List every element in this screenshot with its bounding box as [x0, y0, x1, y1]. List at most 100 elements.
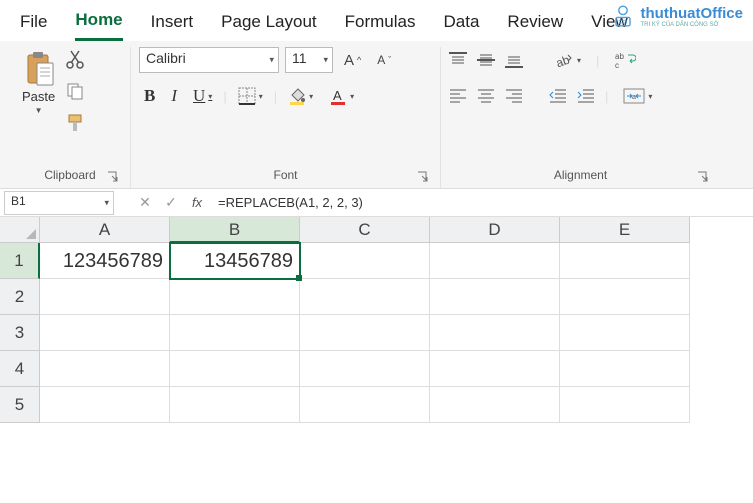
- cell-grid: A B C D E 1 123456789 13456789 2 3: [0, 217, 753, 423]
- clipboard-icon: [23, 51, 55, 87]
- decrease-font-button[interactable]: Aˇ: [372, 50, 396, 70]
- col-header-C[interactable]: C: [300, 217, 430, 243]
- cell-E4[interactable]: [560, 351, 690, 387]
- cell-A1[interactable]: 123456789: [40, 243, 170, 279]
- select-all-corner[interactable]: [0, 217, 40, 243]
- cell-C2[interactable]: [300, 279, 430, 315]
- borders-button[interactable]: ▾: [233, 84, 268, 108]
- tab-page-layout[interactable]: Page Layout: [221, 8, 316, 40]
- group-font: Calibri ▾ 11 ▾ A^ Aˇ B I U▾ | ▾ |: [130, 47, 440, 188]
- dialog-launcher-icon[interactable]: [416, 170, 430, 184]
- underline-button[interactable]: U▾: [188, 83, 217, 109]
- cancel-formula-button[interactable]: ✕: [132, 194, 158, 211]
- paste-label: Paste: [22, 89, 55, 104]
- decrease-indent-icon[interactable]: [549, 88, 567, 104]
- group-alignment: ab ▾ | abc | a ▾: [440, 47, 720, 188]
- cell-A2[interactable]: [40, 279, 170, 315]
- col-header-B[interactable]: B: [170, 217, 300, 243]
- enter-formula-button[interactable]: ✓: [158, 194, 184, 211]
- col-header-D[interactable]: D: [430, 217, 560, 243]
- row-header-2[interactable]: 2: [0, 279, 40, 315]
- chevron-down-icon[interactable]: ▼: [35, 106, 43, 115]
- cell-B1[interactable]: 13456789: [170, 243, 300, 279]
- cell-E3[interactable]: [560, 315, 690, 351]
- svg-text:a: a: [632, 94, 636, 101]
- cell-A4[interactable]: [40, 351, 170, 387]
- row-header-4[interactable]: 4: [0, 351, 40, 387]
- group-label-alignment: Alignment: [449, 164, 712, 188]
- row-header-3[interactable]: 3: [0, 315, 40, 351]
- align-bottom-icon[interactable]: [505, 52, 523, 68]
- align-left-icon[interactable]: [449, 88, 467, 104]
- align-center-icon[interactable]: [477, 88, 495, 104]
- ribbon: Paste ▼ Clipboard Calibri ▾ 11: [0, 41, 753, 189]
- cut-icon[interactable]: [65, 49, 85, 69]
- fill-color-button[interactable]: ▾: [283, 84, 318, 108]
- font-name-select[interactable]: Calibri ▾: [139, 47, 279, 73]
- svg-text:c: c: [615, 61, 619, 70]
- bold-button[interactable]: B: [139, 83, 160, 109]
- cell-A5[interactable]: [40, 387, 170, 423]
- chevron-down-icon: ▾: [269, 55, 274, 66]
- insert-function-button[interactable]: fx: [184, 195, 210, 210]
- align-top-icon[interactable]: [449, 52, 467, 68]
- copy-icon[interactable]: [65, 81, 85, 101]
- format-painter-icon[interactable]: [65, 113, 85, 133]
- col-header-E[interactable]: E: [560, 217, 690, 243]
- cell-D2[interactable]: [430, 279, 560, 315]
- svg-text:ab: ab: [554, 52, 572, 69]
- increase-font-button[interactable]: A^: [339, 49, 366, 72]
- cell-D4[interactable]: [430, 351, 560, 387]
- cell-B3[interactable]: [170, 315, 300, 351]
- align-middle-icon[interactable]: [477, 52, 495, 68]
- row-header-1[interactable]: 1: [0, 243, 40, 279]
- cell-E2[interactable]: [560, 279, 690, 315]
- tab-data[interactable]: Data: [444, 8, 480, 40]
- cell-C5[interactable]: [300, 387, 430, 423]
- svg-text:A: A: [333, 88, 342, 103]
- cell-E1[interactable]: [560, 243, 690, 279]
- cell-E5[interactable]: [560, 387, 690, 423]
- merge-cells-icon: a: [623, 86, 645, 106]
- orientation-button[interactable]: ab ▾: [549, 48, 586, 72]
- cell-B4[interactable]: [170, 351, 300, 387]
- group-clipboard: Paste ▼ Clipboard: [10, 47, 130, 188]
- borders-icon: [238, 87, 256, 105]
- cell-D3[interactable]: [430, 315, 560, 351]
- increase-indent-icon[interactable]: [577, 88, 595, 104]
- font-color-button[interactable]: A ▾: [324, 84, 359, 108]
- dialog-launcher-icon[interactable]: [106, 170, 120, 184]
- tab-formulas[interactable]: Formulas: [345, 8, 416, 40]
- dialog-launcher-icon[interactable]: [696, 170, 710, 184]
- orientation-icon: ab: [554, 51, 574, 69]
- merge-center-button[interactable]: a ▾: [618, 83, 657, 109]
- col-header-A[interactable]: A: [40, 217, 170, 243]
- cell-A3[interactable]: [40, 315, 170, 351]
- cell-B2[interactable]: [170, 279, 300, 315]
- tab-insert[interactable]: Insert: [151, 8, 194, 40]
- cell-D1[interactable]: [430, 243, 560, 279]
- align-right-icon[interactable]: [505, 88, 523, 104]
- row-header-5[interactable]: 5: [0, 387, 40, 423]
- italic-button[interactable]: I: [166, 83, 182, 109]
- formula-input[interactable]: =REPLACEB(A1, 2, 2, 3): [210, 193, 753, 212]
- watermark: thuthuatOffice TRI KỶ CỦA DÂN CÔNG SỞ: [609, 2, 744, 30]
- cell-C4[interactable]: [300, 351, 430, 387]
- group-label-font: Font: [139, 164, 432, 188]
- ribbon-tabs: File Home Insert Page Layout Formulas Da…: [0, 0, 753, 41]
- tab-review[interactable]: Review: [507, 8, 563, 40]
- name-box[interactable]: B1 ▾: [4, 191, 114, 215]
- font-color-icon: A: [329, 87, 347, 105]
- tab-home[interactable]: Home: [75, 6, 122, 41]
- font-size-select[interactable]: 11 ▾: [285, 47, 333, 73]
- cell-B5[interactable]: [170, 387, 300, 423]
- tab-file[interactable]: File: [20, 8, 47, 40]
- paste-button[interactable]: Paste ▼: [18, 47, 59, 119]
- cell-C1[interactable]: [300, 243, 430, 279]
- cell-D5[interactable]: [430, 387, 560, 423]
- cell-C3[interactable]: [300, 315, 430, 351]
- wrap-text-button[interactable]: abc: [609, 47, 641, 73]
- wrap-text-icon: abc: [614, 50, 636, 70]
- formula-bar: B1 ▾ ✕ ✓ fx =REPLACEB(A1, 2, 2, 3): [0, 189, 753, 217]
- chevron-down-icon: ▾: [323, 55, 328, 66]
